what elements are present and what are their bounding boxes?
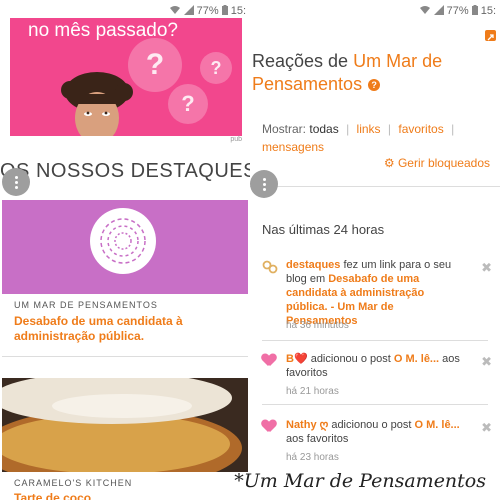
- link-icon: [262, 260, 278, 274]
- heart-icon: [262, 420, 278, 434]
- filter-bar: Mostrar: todas | links | favoritos | men…: [262, 120, 494, 156]
- watermark: *Um Mar de Pensamentos: [234, 470, 486, 492]
- activity-user[interactable]: destaques: [286, 259, 340, 271]
- activity-action: adicionou o post: [328, 419, 415, 431]
- wifi-icon: [419, 5, 431, 18]
- filter-messages[interactable]: mensagens: [262, 140, 324, 154]
- activity-time: há 23 horas: [286, 452, 339, 463]
- status-bar: 77% 15:: [250, 0, 500, 22]
- activity-action-end: aos favoritos: [286, 433, 349, 445]
- card-blog-name[interactable]: CARAMELO'S KITCHEN: [14, 478, 132, 488]
- activity-item: B❤️ adicionou o post O M. lê... aos favo…: [262, 352, 492, 402]
- activity-text: Nathy ღ adicionou o post O M. lê... aos …: [286, 418, 466, 446]
- activity-time: há 21 horas: [286, 386, 339, 397]
- person-image: [61, 72, 133, 136]
- cake-photo: [2, 378, 248, 472]
- activity-user[interactable]: Nathy ღ: [286, 419, 328, 431]
- question-icon: ?: [168, 84, 208, 124]
- divider: [262, 404, 488, 405]
- separator: |: [387, 122, 392, 136]
- signal-icon: [183, 4, 194, 18]
- close-icon[interactable]: ✖: [481, 420, 492, 436]
- clock: 15:: [480, 5, 496, 17]
- activity-user[interactable]: B❤️: [286, 353, 308, 365]
- title-prefix: Reações de: [252, 51, 354, 71]
- ad-banner[interactable]: no mês passado? ? ? ?: [10, 18, 242, 136]
- left-screen: 77% 15: no mês passado? ? ? ? pub OS NOS…: [0, 0, 250, 500]
- question-icon: ?: [128, 38, 182, 92]
- divider: [2, 356, 248, 357]
- blog-logo: [90, 208, 156, 274]
- activity-post-link[interactable]: O M. lê...: [415, 419, 460, 431]
- filter-all[interactable]: todas: [309, 122, 338, 136]
- divider: [262, 340, 488, 341]
- filter-favorites[interactable]: favoritos: [398, 122, 443, 136]
- activity-text: B❤️ adicionou o post O M. lê... aos favo…: [286, 352, 466, 380]
- manage-blocked-link[interactable]: ⚙ Gerir bloqueados: [384, 156, 490, 170]
- section-title: OS NOSSOS DESTAQUES: [0, 160, 250, 182]
- spiral-icon: [100, 218, 146, 264]
- featured-card-image[interactable]: [2, 378, 248, 472]
- featured-card-image[interactable]: [2, 200, 248, 294]
- activity-post-link[interactable]: O M. lê...: [394, 353, 439, 365]
- close-icon[interactable]: ✖: [481, 354, 492, 370]
- card-blog-name[interactable]: UM MAR DE PENSAMENTOS: [14, 300, 158, 310]
- card-post-title[interactable]: Desabafo de uma candidata à administraçã…: [14, 314, 214, 344]
- battery-percent: 77%: [196, 5, 219, 17]
- activity-time: há 36 minutos: [286, 320, 349, 331]
- page-title: Reações de Um Mar de Pensamentos?: [252, 50, 484, 96]
- external-link-icon[interactable]: [485, 30, 496, 41]
- more-vert-icon: [262, 177, 266, 192]
- clock: 15:: [230, 5, 246, 17]
- signal-icon: [433, 4, 444, 18]
- manage-blocked-label: Gerir bloqueados: [397, 156, 490, 170]
- activity-action: adicionou o post: [307, 353, 394, 365]
- more-options-button[interactable]: [250, 170, 278, 198]
- activity-item: Nathy ღ adicionou o post O M. lê... aos …: [262, 418, 492, 468]
- activity-item: destaques fez um link para o seu blog em…: [262, 258, 492, 336]
- battery-icon: [221, 4, 228, 18]
- filter-label: Mostrar:: [262, 122, 307, 136]
- more-options-button[interactable]: [2, 168, 30, 196]
- gear-icon: ⚙: [383, 156, 395, 170]
- ad-pub-label: pub: [230, 136, 242, 143]
- question-icon: ?: [200, 52, 232, 84]
- right-screen: 77% 15: Reações de Um Mar de Pensamentos…: [250, 0, 500, 500]
- activity-text: destaques fez um link para o seu blog em…: [286, 258, 466, 328]
- battery-icon: [471, 4, 478, 18]
- filter-links[interactable]: links: [357, 122, 381, 136]
- heart-icon: [262, 354, 278, 368]
- help-icon[interactable]: ?: [368, 79, 381, 92]
- section-heading: Nas últimas 24 horas: [262, 222, 385, 237]
- battery-percent: 77%: [446, 5, 469, 17]
- more-vert-icon: [14, 175, 18, 190]
- card-post-title[interactable]: Tarte de coco: [14, 491, 214, 500]
- separator: |: [451, 122, 455, 136]
- separator: |: [346, 122, 350, 136]
- close-icon[interactable]: ✖: [481, 260, 492, 276]
- wifi-icon: [169, 5, 181, 18]
- divider: [250, 186, 500, 187]
